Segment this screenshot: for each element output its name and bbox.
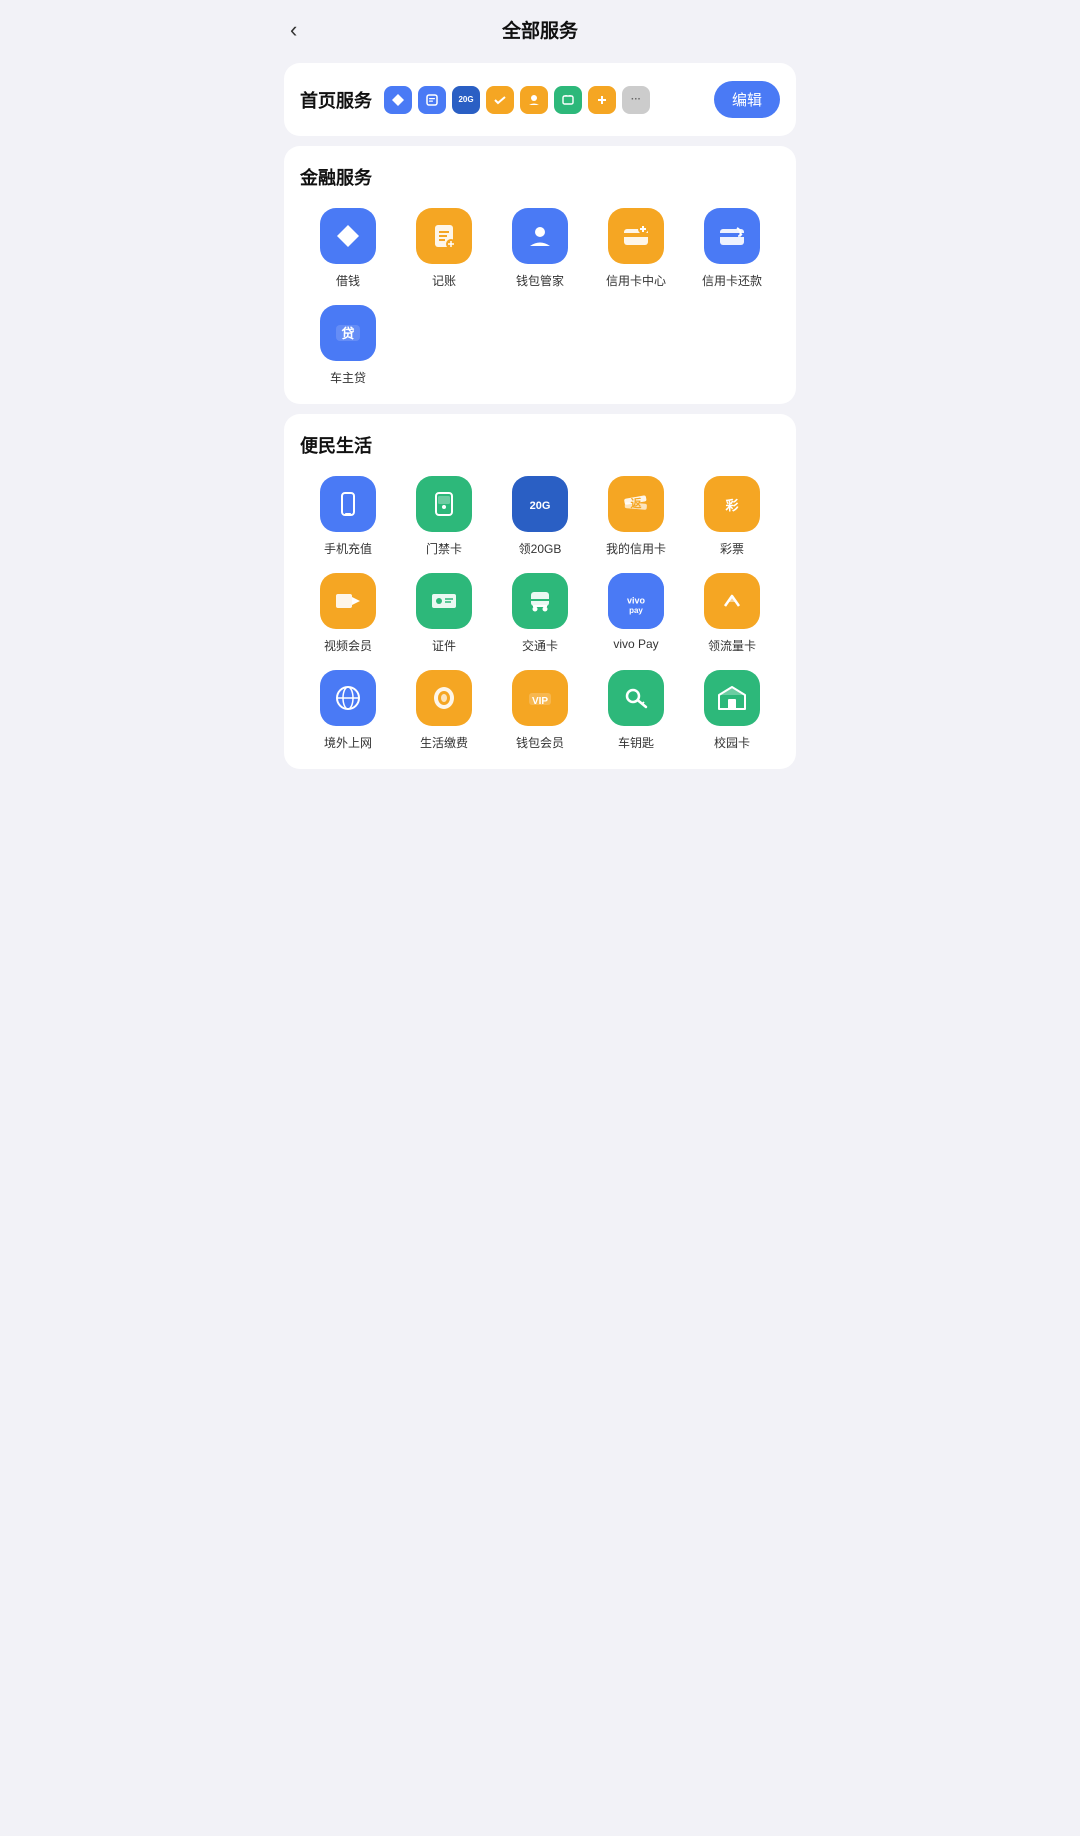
hp-icon-4 bbox=[486, 86, 514, 114]
id-card-label: 证件 bbox=[432, 637, 456, 654]
video-member-label: 视频会员 bbox=[324, 637, 372, 654]
transit-icon bbox=[512, 573, 568, 629]
service-item-car-loan[interactable]: 贷 车主贷 bbox=[300, 305, 396, 386]
borrow-icon bbox=[320, 208, 376, 264]
page-title: 全部服务 bbox=[502, 16, 578, 43]
svg-text:贷: 贷 bbox=[341, 326, 354, 341]
finance-services-card: 金融服务 借钱 记账 bbox=[284, 146, 796, 404]
service-item-wallet-vip[interactable]: VIP 钱包会员 bbox=[492, 670, 588, 751]
header: ‹ 全部服务 bbox=[270, 0, 810, 53]
hp-icon-more: ··· bbox=[622, 86, 650, 114]
service-item-wallet[interactable]: 钱包管家 bbox=[492, 208, 588, 289]
service-item-global-net[interactable]: 境外上网 bbox=[300, 670, 396, 751]
service-item-credit-repay[interactable]: 信用卡还款 bbox=[684, 208, 780, 289]
get-20gb-icon: 20G bbox=[512, 476, 568, 532]
my-credit-icon: 返 bbox=[608, 476, 664, 532]
car-key-label: 车钥匙 bbox=[618, 734, 654, 751]
vivo-pay-label: vivo Pay bbox=[613, 637, 658, 651]
id-card-icon bbox=[416, 573, 472, 629]
service-item-lottery[interactable]: 彩 彩票 bbox=[684, 476, 780, 557]
service-item-door-card[interactable]: 门禁卡 bbox=[396, 476, 492, 557]
wallet-icon bbox=[512, 208, 568, 264]
service-item-credit-center[interactable]: 信用卡中心 bbox=[588, 208, 684, 289]
svg-text:vivo: vivo bbox=[627, 595, 646, 605]
door-card-icon bbox=[416, 476, 472, 532]
credit-center-icon bbox=[608, 208, 664, 264]
service-item-id-card[interactable]: 证件 bbox=[396, 573, 492, 654]
ledger-label: 记账 bbox=[432, 272, 456, 289]
life-pay-label: 生活缴费 bbox=[420, 734, 468, 751]
homepage-title: 首页服务 bbox=[300, 87, 372, 113]
my-credit-label: 我的信用卡 bbox=[606, 540, 666, 557]
lottery-icon: 彩 bbox=[704, 476, 760, 532]
vivo-pay-icon: vivo pay bbox=[608, 573, 664, 629]
credit-repay-label: 信用卡还款 bbox=[702, 272, 762, 289]
get-20gb-label: 领20GB bbox=[519, 540, 562, 557]
global-net-icon bbox=[320, 670, 376, 726]
homepage-services-card: 首页服务 20G ··· 编辑 bbox=[284, 63, 796, 136]
transit-label: 交通卡 bbox=[522, 637, 558, 654]
wallet-vip-icon: VIP bbox=[512, 670, 568, 726]
svg-text:彩: 彩 bbox=[724, 498, 738, 513]
finance-grid: 借钱 记账 bbox=[300, 208, 780, 386]
hp-icon-7 bbox=[588, 86, 616, 114]
svg-text:pay: pay bbox=[629, 606, 643, 615]
service-item-video-member[interactable]: 视频会员 bbox=[300, 573, 396, 654]
service-item-phone-recharge[interactable]: 手机充值 bbox=[300, 476, 396, 557]
service-item-vivo-pay[interactable]: vivo pay vivo Pay bbox=[588, 573, 684, 654]
phone-recharge-label: 手机充值 bbox=[324, 540, 372, 557]
life-title: 便民生活 bbox=[300, 432, 780, 458]
service-item-get-20gb[interactable]: 20G 领20GB bbox=[492, 476, 588, 557]
global-net-label: 境外上网 bbox=[324, 734, 372, 751]
phone-recharge-icon bbox=[320, 476, 376, 532]
hp-icon-2 bbox=[418, 86, 446, 114]
credit-repay-icon bbox=[704, 208, 760, 264]
service-item-borrow[interactable]: 借钱 bbox=[300, 208, 396, 289]
campus-card-label: 校园卡 bbox=[714, 734, 750, 751]
door-card-label: 门禁卡 bbox=[426, 540, 462, 557]
svg-text:VIP: VIP bbox=[532, 696, 548, 707]
car-key-icon bbox=[608, 670, 664, 726]
service-item-life-pay[interactable]: 生活缴费 bbox=[396, 670, 492, 751]
campus-card-icon bbox=[704, 670, 760, 726]
service-item-flow-card[interactable]: 领流量卡 bbox=[684, 573, 780, 654]
video-member-icon bbox=[320, 573, 376, 629]
car-loan-icon: 贷 bbox=[320, 305, 376, 361]
service-item-transit[interactable]: 交通卡 bbox=[492, 573, 588, 654]
life-pay-icon bbox=[416, 670, 472, 726]
edit-button[interactable]: 编辑 bbox=[714, 81, 780, 118]
wallet-label: 钱包管家 bbox=[516, 272, 564, 289]
service-item-my-credit[interactable]: 返 我的信用卡 bbox=[588, 476, 684, 557]
lottery-label: 彩票 bbox=[720, 540, 744, 557]
car-loan-label: 车主贷 bbox=[330, 369, 366, 386]
flow-card-icon bbox=[704, 573, 760, 629]
hp-icon-6 bbox=[554, 86, 582, 114]
flow-card-label: 领流量卡 bbox=[708, 637, 756, 654]
homepage-icons-area: 首页服务 20G ··· bbox=[300, 86, 650, 114]
hp-icon-1 bbox=[384, 86, 412, 114]
service-item-ledger[interactable]: 记账 bbox=[396, 208, 492, 289]
service-item-car-key[interactable]: 车钥匙 bbox=[588, 670, 684, 751]
finance-title: 金融服务 bbox=[300, 164, 780, 190]
life-grid: 手机充值 门禁卡 20G 领20GB bbox=[300, 476, 780, 751]
life-services-card: 便民生活 手机充值 门禁卡 bbox=[284, 414, 796, 769]
homepage-row: 首页服务 20G ··· 编辑 bbox=[300, 81, 780, 118]
credit-center-label: 信用卡中心 bbox=[606, 272, 666, 289]
service-item-campus-card[interactable]: 校园卡 bbox=[684, 670, 780, 751]
back-button[interactable]: ‹ bbox=[290, 17, 297, 43]
wallet-vip-label: 钱包会员 bbox=[516, 734, 564, 751]
svg-text:20G: 20G bbox=[530, 500, 551, 512]
hp-icon-5 bbox=[520, 86, 548, 114]
borrow-label: 借钱 bbox=[336, 272, 360, 289]
hp-icon-3: 20G bbox=[452, 86, 480, 114]
ledger-icon bbox=[416, 208, 472, 264]
svg-text:返: 返 bbox=[631, 496, 642, 510]
